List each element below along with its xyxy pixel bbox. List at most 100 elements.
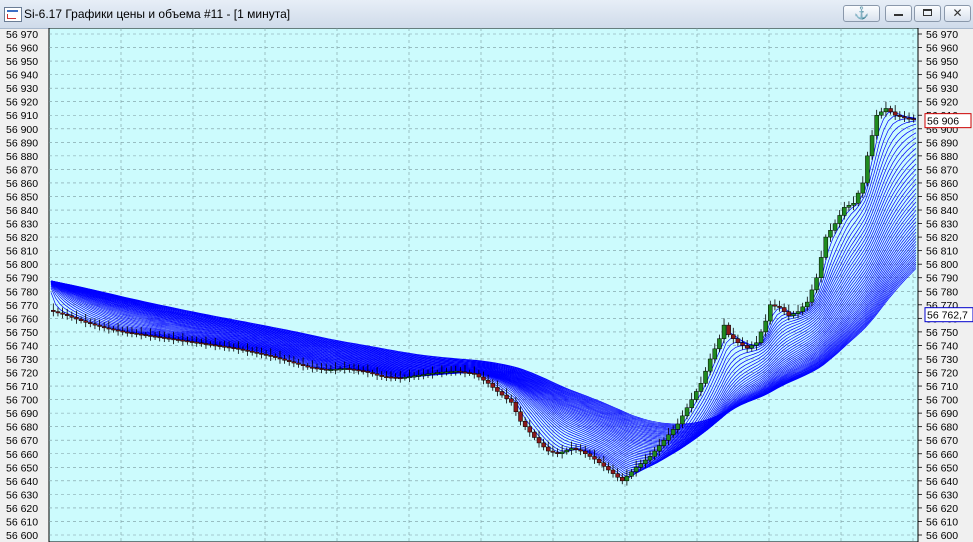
candle-body — [379, 374, 384, 377]
candle-body — [402, 377, 408, 379]
minimize-button[interactable] — [885, 5, 912, 22]
y-tick-label-left: 56 870 — [6, 164, 38, 176]
left-price-axis: 56 97056 96056 95056 94056 93056 92056 9… — [6, 29, 38, 542]
y-tick-label-left: 56 890 — [6, 137, 38, 149]
candle-body — [781, 307, 787, 312]
candle-body — [240, 348, 246, 351]
candle-body — [203, 343, 209, 345]
candle-body — [731, 334, 736, 339]
y-tick-label-left: 56 620 — [6, 503, 38, 515]
y-tick-label-left: 56 710 — [6, 381, 38, 393]
y-tick-label-left: 56 820 — [6, 232, 38, 244]
candle-body — [268, 354, 273, 357]
candle-body — [194, 341, 199, 344]
candle-body — [101, 326, 107, 329]
y-tick-label-left: 56 680 — [6, 422, 38, 434]
y-tick-label-right: 56 950 — [926, 56, 958, 68]
window-title: Si-6.17 Графики цены и объема #11 - [1 м… — [24, 7, 291, 21]
y-tick-label-left: 56 920 — [6, 97, 38, 109]
y-tick-label-right: 56 620 — [926, 503, 958, 515]
y-tick-label-left: 56 960 — [6, 43, 38, 55]
candle-body — [823, 236, 829, 258]
y-tick-label-right: 56 600 — [926, 530, 958, 542]
candle-body — [97, 324, 102, 327]
plot-area[interactable] — [48, 28, 919, 542]
y-tick-label-right: 56 800 — [926, 259, 958, 271]
last-price-label: 56 906 — [927, 116, 959, 128]
candle-body — [291, 361, 297, 364]
candle-body — [703, 370, 708, 384]
candle-body — [485, 379, 491, 384]
candle-body — [439, 371, 445, 374]
y-tick-label-left: 56 610 — [6, 516, 38, 528]
candle-body — [772, 304, 778, 307]
candle-body — [356, 369, 361, 372]
anchor-button[interactable]: ⚓ — [843, 5, 880, 22]
candle-body — [263, 353, 269, 356]
candle-body — [842, 207, 847, 216]
candle-body — [869, 135, 875, 157]
candle-body — [629, 471, 634, 477]
candle-body — [911, 118, 916, 121]
price-chart[interactable]: 56 97056 96056 95056 94056 93056 92056 9… — [0, 28, 973, 542]
y-tick-label-right: 56 650 — [926, 462, 958, 474]
y-tick-label-left: 56 880 — [6, 151, 38, 163]
candle-body — [476, 373, 482, 378]
y-tick-label-left: 56 780 — [6, 286, 38, 298]
y-tick-label-right: 56 930 — [926, 83, 958, 95]
candle-body — [606, 466, 611, 471]
candle-body — [397, 377, 403, 380]
candle-body — [411, 375, 417, 378]
candle-body — [286, 360, 292, 362]
y-tick-label-left: 56 750 — [6, 327, 38, 339]
candle-body — [596, 458, 602, 464]
candle-body — [328, 369, 334, 371]
chart-window: Si-6.17 Графики цены и объема #11 - [1 м… — [0, 0, 973, 542]
title-bar[interactable]: Si-6.17 Графики цены и объема #11 - [1 м… — [0, 0, 973, 29]
candle-body — [712, 348, 718, 360]
candle-body — [564, 449, 570, 453]
candle-body — [513, 402, 519, 413]
candle-body — [643, 459, 648, 464]
y-tick-label-right: 56 640 — [926, 476, 958, 488]
candle-body — [185, 340, 190, 343]
candle-body — [490, 383, 496, 388]
y-tick-label-right: 56 670 — [926, 435, 958, 447]
candle-body — [74, 317, 79, 320]
y-tick-label-right: 56 680 — [926, 422, 958, 434]
candle-body — [680, 415, 685, 425]
y-tick-label-left: 56 800 — [6, 259, 38, 271]
candle-body — [458, 370, 463, 373]
candle-body — [809, 289, 815, 303]
candle-body — [360, 370, 366, 372]
candle-body — [754, 342, 759, 346]
candle-body — [578, 449, 583, 452]
y-tick-label-right: 56 920 — [926, 97, 958, 109]
candle-body — [777, 305, 782, 308]
candle-body — [254, 351, 260, 354]
y-tick-label-right: 56 730 — [926, 354, 958, 366]
candle-body — [323, 368, 329, 371]
candle-body — [462, 371, 468, 374]
candle-body — [273, 356, 278, 358]
candle-body — [846, 205, 852, 208]
close-button[interactable]: ✕ — [944, 5, 971, 22]
candle-body — [277, 357, 283, 360]
candle-body — [111, 328, 116, 331]
candle-body — [522, 421, 528, 427]
candle-body — [509, 398, 514, 403]
candle-body — [222, 345, 227, 348]
candle-body — [532, 431, 537, 438]
candle-body — [444, 371, 449, 374]
candle-body — [795, 311, 801, 314]
candle-body — [300, 364, 306, 366]
candle-body — [800, 306, 805, 312]
y-tick-label-left: 56 670 — [6, 435, 38, 447]
y-tick-label-left: 56 790 — [6, 273, 38, 285]
candle-body — [212, 344, 218, 347]
y-tick-label-left: 56 700 — [6, 395, 38, 407]
candle-body — [199, 342, 204, 345]
candle-body — [740, 342, 745, 346]
candle-body — [601, 462, 607, 467]
maximize-button[interactable] — [914, 5, 941, 22]
